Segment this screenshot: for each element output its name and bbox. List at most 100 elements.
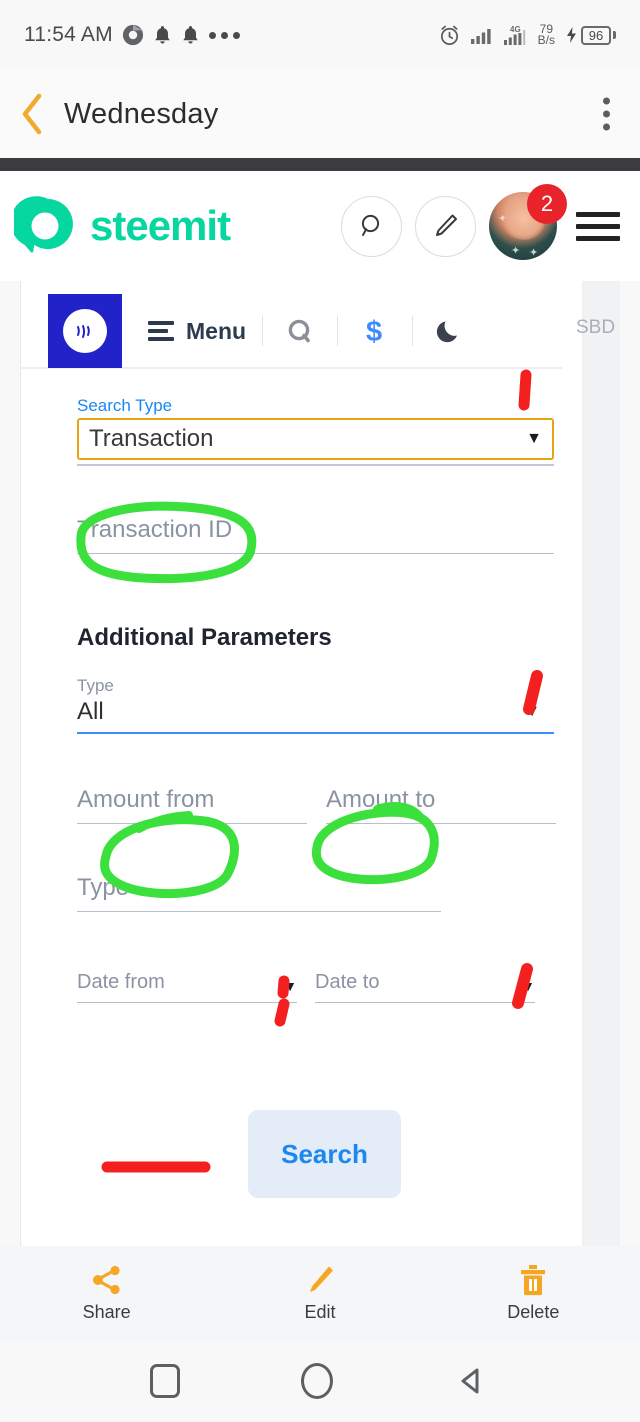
date-to-placeholder: Date to xyxy=(315,971,380,993)
edit-button[interactable]: Edit xyxy=(213,1263,426,1323)
search-type-label: Search Type xyxy=(77,396,173,415)
overflow-dots-icon xyxy=(208,31,240,39)
screen-root: 11:54 AM 4G 79 B/s 96 Wednesday steemit … xyxy=(0,0,640,1422)
avatar-sparkle-icon: ✦ xyxy=(498,213,508,225)
moon-dark-mode-icon xyxy=(436,321,458,343)
type-select-field[interactable]: Type All ▼ xyxy=(21,676,584,734)
type-underline xyxy=(77,911,441,912)
status-bar-clock: 11:54 AM xyxy=(24,23,113,46)
steemit-header: steemit ✦ ✦ ✦ 2 xyxy=(0,171,640,281)
pencil-edit-icon xyxy=(309,1266,333,1292)
amount-to-underline xyxy=(326,823,556,824)
svg-text:4G: 4G xyxy=(510,25,521,34)
steem-logo-icon xyxy=(63,309,107,353)
bell-icon xyxy=(183,25,198,44)
chevron-down-icon: ▼ xyxy=(283,978,297,994)
date-range-row: Date from ▼ Date to ▼ xyxy=(21,948,584,1003)
back-triangle-icon[interactable] xyxy=(454,1363,490,1399)
toolbar-menu-button[interactable]: Menu xyxy=(148,318,246,345)
kebab-menu-icon[interactable] xyxy=(603,97,610,131)
date-from-field[interactable]: Date from ▼ xyxy=(77,948,297,1003)
trash-delete-icon xyxy=(521,1265,546,1296)
search-submit-button[interactable]: Search xyxy=(248,1110,401,1198)
bottom-action-bar: Share Edit Delete xyxy=(0,1246,640,1340)
amount-from-placeholder: Amount from xyxy=(77,786,215,813)
chevron-down-icon: ▼ xyxy=(526,430,542,447)
search-icon xyxy=(361,214,379,236)
steemit-brand[interactable]: steemit xyxy=(14,195,231,257)
date-from-underline xyxy=(77,1002,297,1003)
currency-toggle-button[interactable]: $ xyxy=(354,315,396,347)
additional-parameters-title: Additional Parameters xyxy=(77,624,332,651)
back-button[interactable] xyxy=(0,92,64,136)
share-icon xyxy=(92,1265,120,1295)
home-circle-icon[interactable] xyxy=(300,1363,333,1399)
toolbar-divider xyxy=(262,316,264,346)
charging-bolt-icon xyxy=(567,27,576,43)
network-speed-indicator: 79 B/s xyxy=(537,23,555,47)
transaction-id-placeholder: Transaction ID xyxy=(77,516,233,543)
signal-bars-icon xyxy=(470,29,491,44)
transaction-search-form: Search Type Transaction ▼ Transaction ID… xyxy=(21,376,584,1003)
header-actions: ✦ ✦ ✦ 2 xyxy=(341,184,624,260)
menu-lines-icon xyxy=(148,321,174,341)
avatar[interactable]: ✦ ✦ ✦ 2 xyxy=(489,184,567,260)
battery-level: 96 xyxy=(581,25,611,45)
status-bar-right: 4G 79 B/s 96 xyxy=(438,23,616,47)
steemit-wordmark: steemit xyxy=(90,202,231,249)
red-mark-date-from-b xyxy=(274,998,290,1027)
notification-badge[interactable]: 2 xyxy=(527,184,567,224)
steemit-logo-icon xyxy=(14,196,73,253)
share-label: Share xyxy=(82,1302,131,1322)
android-status-bar: 11:54 AM 4G 79 B/s 96 xyxy=(0,0,640,70)
app-action-bar: Wednesday xyxy=(0,70,640,158)
type-select-label: Type xyxy=(77,676,114,695)
android-nav-bar xyxy=(0,1340,640,1422)
compose-button[interactable] xyxy=(415,195,476,257)
search-button[interactable] xyxy=(341,195,402,257)
divider-dark xyxy=(0,158,640,171)
signal-bars-4g-icon: 4G xyxy=(503,25,525,45)
recents-square-icon[interactable] xyxy=(150,1364,181,1398)
edit-label: Edit xyxy=(304,1302,336,1322)
date-from-placeholder: Date from xyxy=(77,971,165,993)
amount-from-underline xyxy=(77,823,307,824)
svg-text:$: $ xyxy=(366,316,382,347)
screenshot-page: Menu $ SBD Search Type Transaction ▼ Tra… xyxy=(20,281,615,1246)
embedded-screenshot: Menu $ SBD Search Type Transaction ▼ Tra… xyxy=(20,281,620,1246)
currency-label: SBD xyxy=(576,317,616,338)
avatar-sparkle-icon: ✦ xyxy=(511,245,521,257)
toolbar-divider xyxy=(412,316,414,346)
transaction-id-underline xyxy=(77,553,554,554)
search-type-select[interactable]: Transaction ▼ xyxy=(77,418,554,460)
type-placeholder: Type xyxy=(77,874,130,901)
date-to-field[interactable]: Date to ▼ xyxy=(315,948,535,1003)
toolbar-divider xyxy=(337,316,339,346)
theme-toggle-button[interactable] xyxy=(429,316,471,346)
delete-button[interactable]: Delete xyxy=(427,1263,640,1323)
amount-to-field[interactable]: Amount to xyxy=(326,786,556,824)
delete-label: Delete xyxy=(507,1302,560,1322)
bell-icon xyxy=(155,25,170,44)
transaction-id-field[interactable]: Transaction ID xyxy=(21,516,584,554)
dollar-sign-icon: $ xyxy=(366,316,382,347)
chrome-icon xyxy=(122,24,143,46)
hamburger-menu-icon[interactable] xyxy=(572,208,624,245)
type-select-value: All xyxy=(77,698,104,725)
search-type-field: Search Type Transaction ▼ xyxy=(21,396,584,466)
type-text-field[interactable]: Type xyxy=(21,874,584,912)
back-chevron-icon xyxy=(22,93,42,135)
steem-glyph-icon xyxy=(77,325,90,338)
battery-indicator: 96 xyxy=(564,25,616,45)
quest-button[interactable] xyxy=(279,316,321,346)
amount-to-placeholder: Amount to xyxy=(326,786,436,813)
chevron-down-icon: ▼ xyxy=(521,978,535,994)
share-button[interactable]: Share xyxy=(0,1263,213,1323)
amount-from-field[interactable]: Amount from xyxy=(77,786,307,824)
pencil-edit-icon xyxy=(435,214,457,236)
steem-app-button[interactable] xyxy=(48,294,122,368)
avatar-sparkle-icon: ✦ xyxy=(529,247,539,259)
quest-q-icon xyxy=(288,319,310,343)
network-speed-unit: B/s xyxy=(537,33,555,47)
alarm-clock-icon xyxy=(440,25,458,45)
